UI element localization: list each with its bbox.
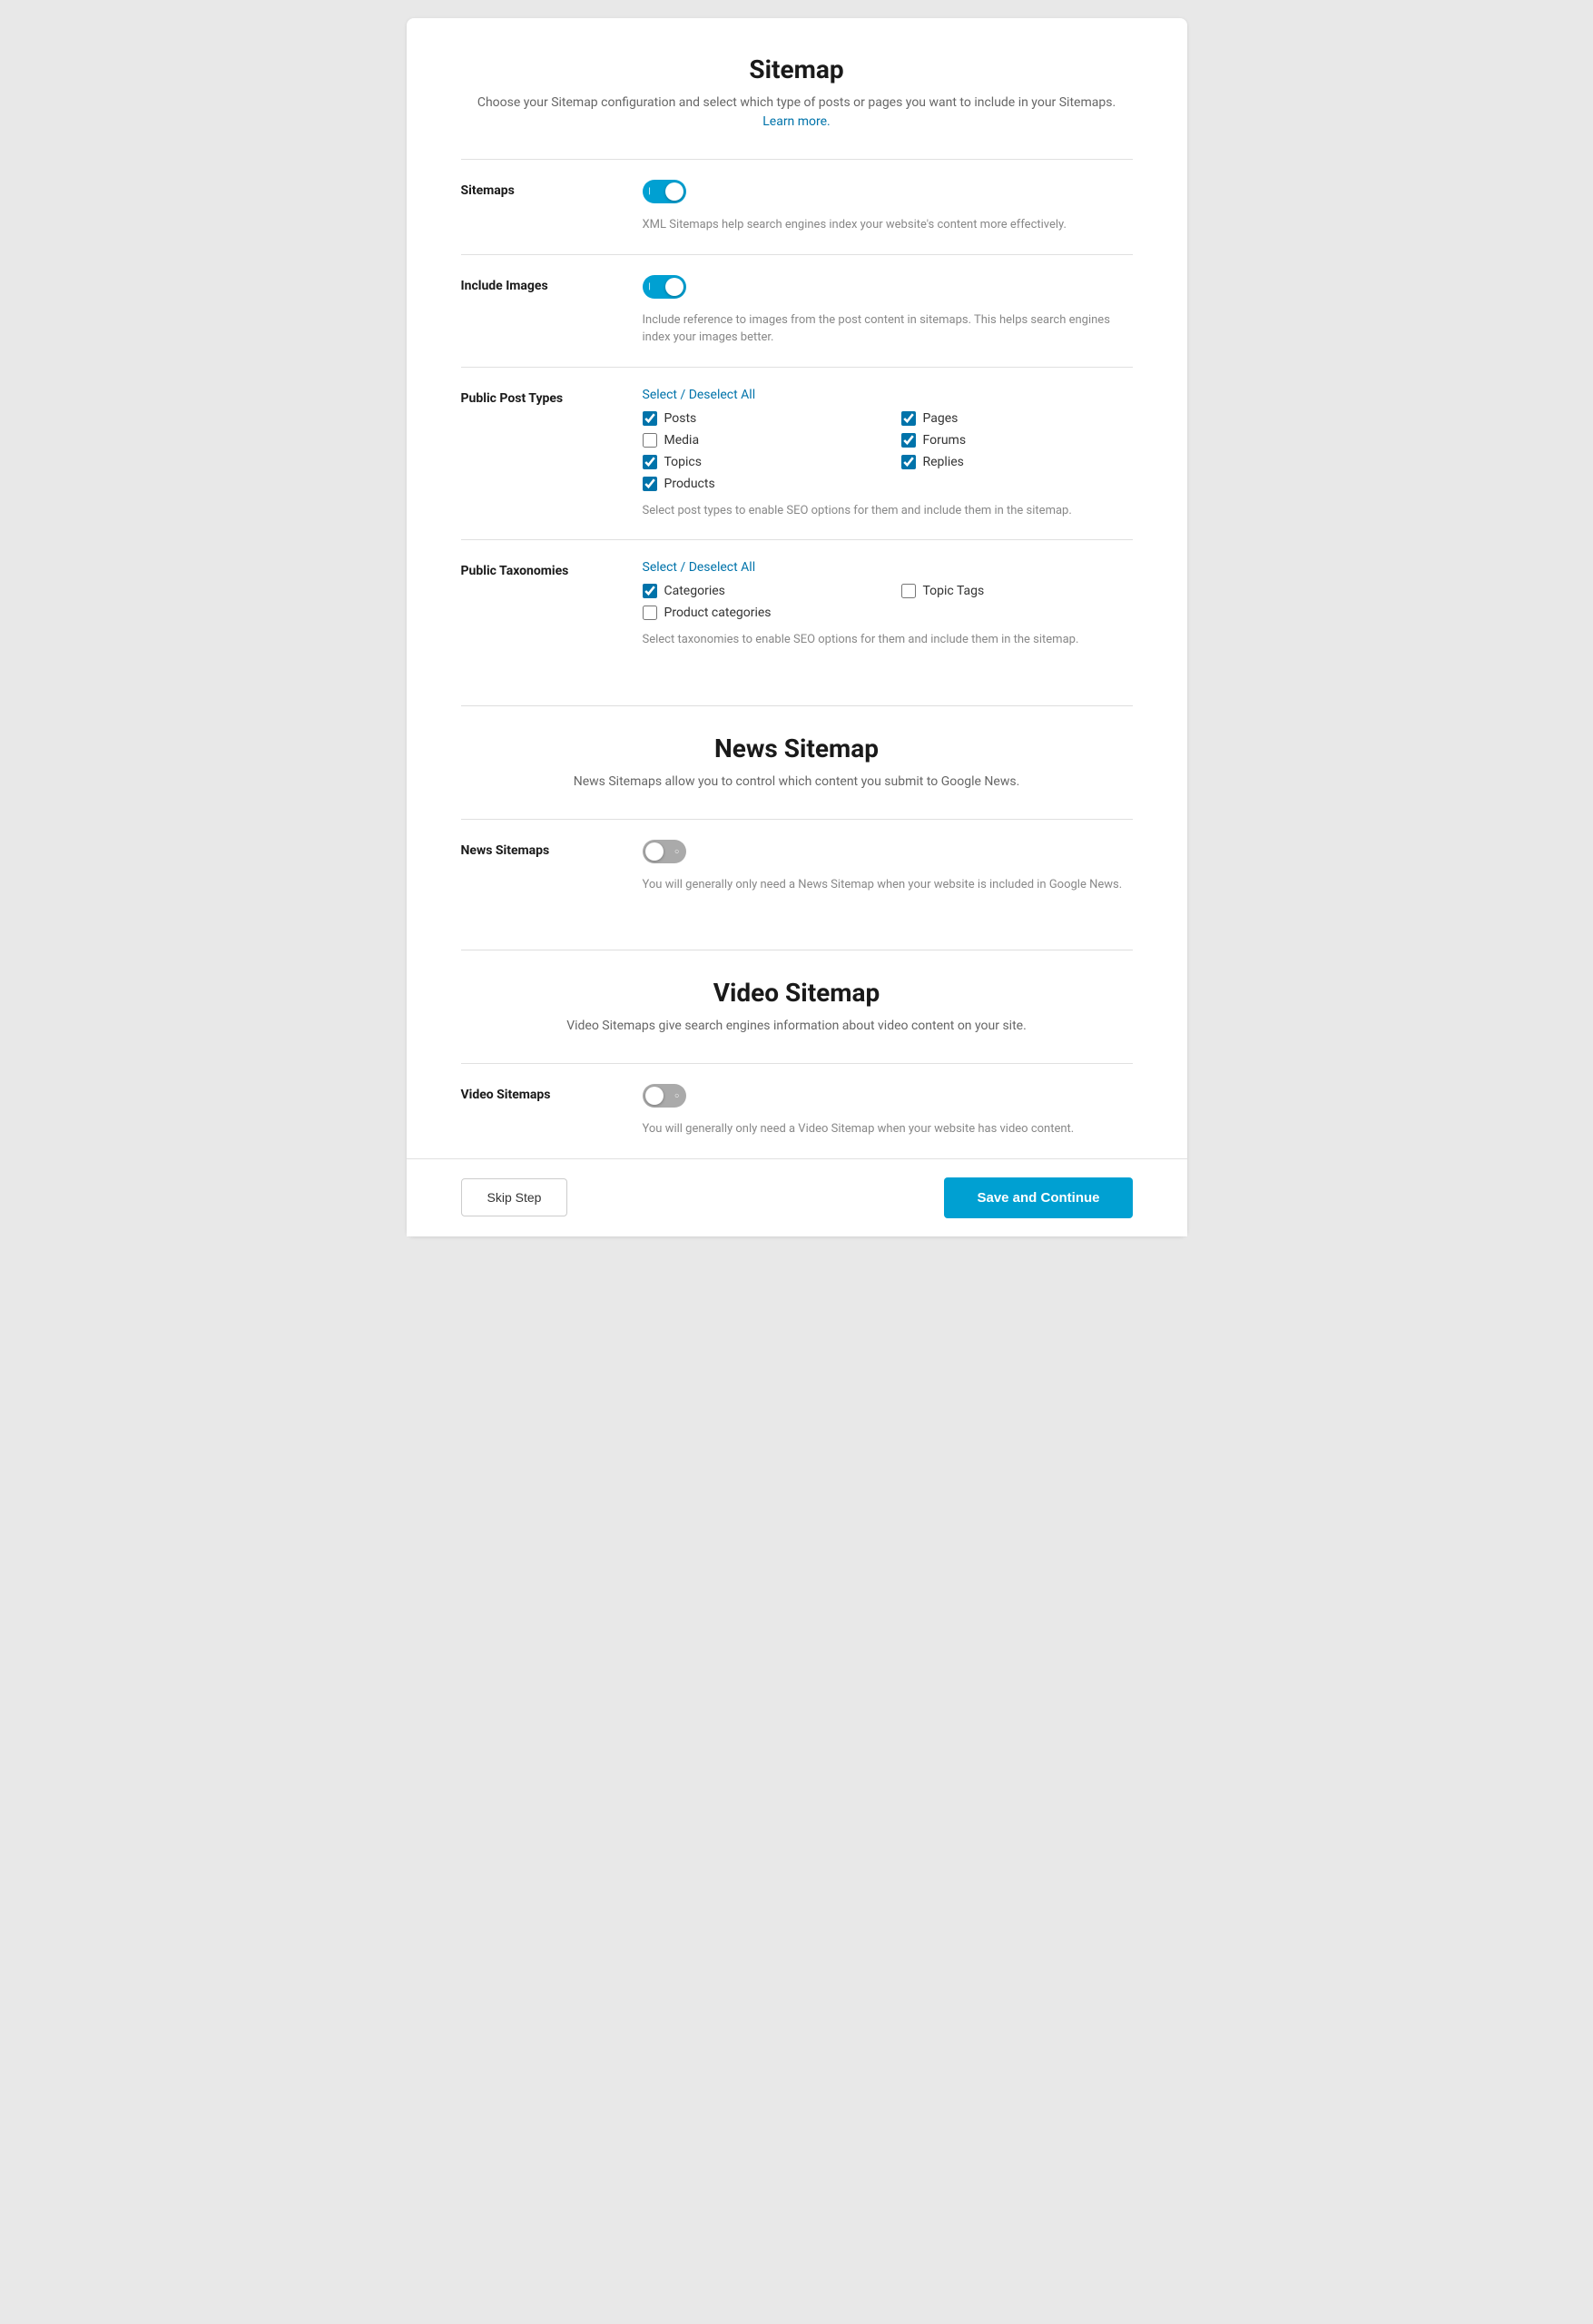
footer: Skip Step Save and Continue [407, 1158, 1187, 1236]
checkbox-product-categories-label: Product categories [664, 606, 772, 620]
sitemaps-description: XML Sitemaps help search engines index y… [643, 216, 1133, 234]
checkbox-topic-tags[interactable]: Topic Tags [901, 584, 1133, 598]
news-sitemap-subtitle: News Sitemaps allow you to control which… [461, 773, 1133, 792]
checkbox-topics[interactable]: Topics [643, 455, 874, 469]
include-images-description: Include reference to images from the pos… [643, 311, 1133, 347]
checkbox-topic-tags-input[interactable] [901, 584, 916, 598]
checkbox-media[interactable]: Media [643, 433, 874, 448]
public-post-types-row: Public Post Types Select / Deselect All … [461, 367, 1133, 540]
sitemaps-toggle-track: | [643, 180, 686, 203]
checkbox-posts-input[interactable] [643, 411, 657, 426]
public-post-types-content: Select / Deselect All Posts Pages Media … [643, 388, 1133, 520]
news-divider [461, 705, 1133, 706]
checkbox-categories-label: Categories [664, 584, 725, 598]
skip-step-button[interactable]: Skip Step [461, 1178, 568, 1216]
post-types-checkbox-grid: Posts Pages Media Forums Topics [643, 411, 1133, 491]
checkbox-forums-input[interactable] [901, 433, 916, 448]
include-images-toggle[interactable]: | [643, 275, 686, 299]
checkbox-topics-input[interactable] [643, 455, 657, 469]
news-sitemaps-row: News Sitemaps ○ You will generally only … [461, 819, 1133, 914]
news-sitemap-title: News Sitemap [461, 734, 1133, 763]
sitemaps-label: Sitemaps [461, 180, 643, 198]
sitemaps-content: | XML Sitemaps help search engines index… [643, 180, 1133, 234]
checkbox-posts-label: Posts [664, 411, 697, 426]
checkbox-replies-label: Replies [923, 455, 964, 469]
checkbox-pages-input[interactable] [901, 411, 916, 426]
checkbox-posts[interactable]: Posts [643, 411, 874, 426]
news-sitemaps-toggle-thumb [645, 842, 664, 861]
video-sitemaps-row: Video Sitemaps ○ You will generally only… [461, 1063, 1133, 1158]
checkbox-media-input[interactable] [643, 433, 657, 448]
checkbox-categories-input[interactable] [643, 584, 657, 598]
public-taxonomies-label: Public Taxonomies [461, 560, 643, 578]
checkbox-forums[interactable]: Forums [901, 433, 1133, 448]
include-images-toggle-track: | [643, 275, 686, 299]
sitemaps-toggle[interactable]: | [643, 180, 686, 203]
save-and-continue-button[interactable]: Save and Continue [944, 1177, 1132, 1218]
include-images-content: | Include reference to images from the p… [643, 275, 1133, 347]
video-sitemaps-content: ○ You will generally only need a Video S… [643, 1084, 1133, 1138]
video-sitemaps-toggle-icon: ○ [674, 1091, 679, 1101]
video-sitemaps-toggle[interactable]: ○ [643, 1084, 686, 1108]
page-container: Sitemap Choose your Sitemap configuratio… [407, 18, 1187, 1236]
news-sitemaps-toggle[interactable]: ○ [643, 840, 686, 863]
checkbox-product-categories[interactable]: Product categories [643, 606, 874, 620]
news-sitemaps-content: ○ You will generally only need a News Si… [643, 840, 1133, 894]
checkbox-product-categories-input[interactable] [643, 606, 657, 620]
sitemap-learn-more-link[interactable]: Learn more. [762, 114, 831, 129]
taxonomies-description: Select taxonomies to enable SEO options … [643, 631, 1133, 649]
checkbox-media-label: Media [664, 433, 700, 448]
checkbox-replies-input[interactable] [901, 455, 916, 469]
checkbox-pages-label: Pages [923, 411, 959, 426]
video-sitemaps-toggle-track: ○ [643, 1084, 686, 1108]
checkbox-products[interactable]: Products [643, 477, 874, 491]
news-sitemaps-toggle-icon: ○ [674, 846, 679, 856]
video-sitemap-title: Video Sitemap [461, 978, 1133, 1008]
sitemap-title: Sitemap [461, 54, 1133, 84]
post-types-select-all-link[interactable]: Select / Deselect All [643, 388, 1133, 402]
post-types-description: Select post types to enable SEO options … [643, 502, 1133, 520]
checkbox-replies[interactable]: Replies [901, 455, 1133, 469]
checkbox-products-input[interactable] [643, 477, 657, 491]
public-post-types-label: Public Post Types [461, 388, 643, 406]
checkbox-forums-label: Forums [923, 433, 967, 448]
checkbox-topic-tags-label: Topic Tags [923, 584, 985, 598]
video-sitemaps-label: Video Sitemaps [461, 1084, 643, 1102]
include-images-row: Include Images | Include reference to im… [461, 254, 1133, 367]
checkbox-topics-label: Topics [664, 455, 702, 469]
checkbox-products-label: Products [664, 477, 715, 491]
taxonomies-checkbox-grid: Categories Topic Tags Product categories [643, 584, 1133, 620]
public-taxonomies-row: Public Taxonomies Select / Deselect All … [461, 539, 1133, 669]
video-sitemaps-description: You will generally only need a Video Sit… [643, 1120, 1133, 1138]
include-images-toggle-icon: | [649, 282, 651, 291]
include-images-toggle-thumb [665, 278, 683, 296]
news-sitemaps-toggle-track: ○ [643, 840, 686, 863]
include-images-label: Include Images [461, 275, 643, 293]
news-sitemaps-description: You will generally only need a News Site… [643, 876, 1133, 894]
video-sitemaps-toggle-thumb [645, 1087, 664, 1105]
video-sitemap-subtitle: Video Sitemaps give search engines infor… [461, 1017, 1133, 1036]
taxonomies-select-all-link[interactable]: Select / Deselect All [643, 560, 1133, 575]
public-taxonomies-content: Select / Deselect All Categories Topic T… [643, 560, 1133, 649]
checkbox-categories[interactable]: Categories [643, 584, 874, 598]
sitemaps-toggle-thumb [665, 182, 683, 201]
sitemap-subtitle: Choose your Sitemap configuration and se… [461, 94, 1133, 132]
checkbox-pages[interactable]: Pages [901, 411, 1133, 426]
sitemaps-row: Sitemaps | XML Sitemaps help search engi… [461, 159, 1133, 254]
sitemaps-toggle-icon: | [649, 187, 651, 196]
news-sitemaps-label: News Sitemaps [461, 840, 643, 858]
